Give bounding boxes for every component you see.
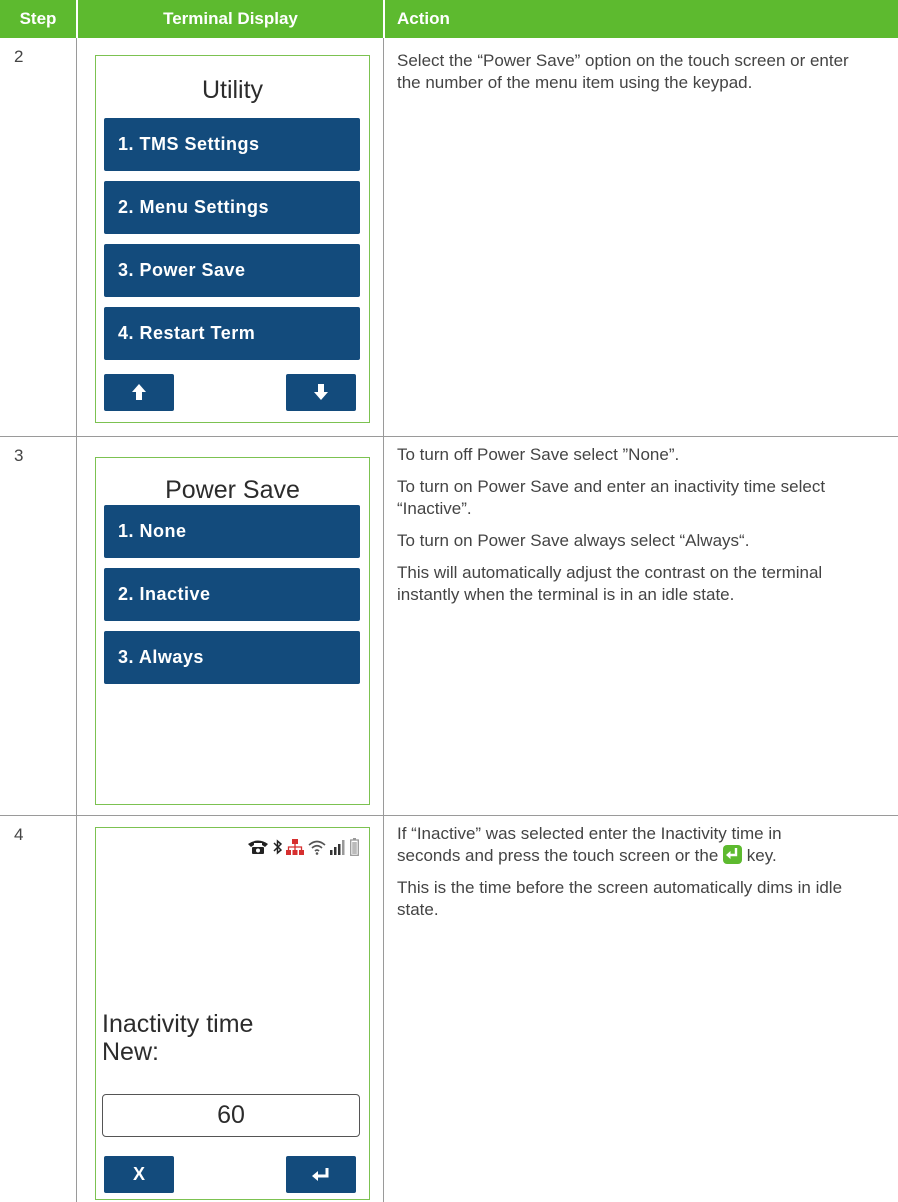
- prompt-line-1: Inactivity time: [102, 1010, 254, 1038]
- prompt-label: Inactivity time New:: [102, 1010, 253, 1066]
- column-divider: [383, 38, 384, 1202]
- step-number: 3: [14, 446, 24, 465]
- action-paragraph: This will automatically adjust the contr…: [397, 563, 823, 604]
- header-display: Terminal Display: [78, 0, 383, 38]
- enter-button[interactable]: [286, 1156, 356, 1193]
- action-text: If “Inactive” was selected enter the Ina…: [397, 823, 877, 931]
- battery-icon: [350, 838, 359, 856]
- menu-item-menu-settings[interactable]: 2. Menu Settings: [104, 181, 360, 234]
- menu-item-restart-term[interactable]: 4. Restart Term: [104, 307, 360, 360]
- header-action: Action: [385, 0, 898, 38]
- status-bar: [247, 836, 359, 858]
- action-paragraph: This is the time before the screen autom…: [397, 878, 843, 919]
- scroll-down-button[interactable]: [286, 374, 356, 411]
- action-paragraph: Select the “Power Save” option on the to…: [397, 51, 849, 92]
- cancel-button[interactable]: X: [104, 1156, 174, 1193]
- action-text: Select the “Power Save” option on the to…: [397, 50, 877, 104]
- cancel-label: X: [132, 1164, 145, 1184]
- inactivity-time-input[interactable]: 60: [102, 1094, 360, 1137]
- phone-icon: [248, 840, 268, 854]
- bluetooth-icon: [273, 839, 282, 855]
- signal-icon: [330, 840, 345, 855]
- screen-title: Utility: [201, 76, 264, 104]
- menu-item-always[interactable]: 3. Always: [104, 631, 360, 684]
- action-text-after-key: key.: [746, 846, 777, 865]
- terminal-screen-inactivity: Inactivity time New: 60 X: [95, 827, 370, 1200]
- prompt-line-2: New:: [102, 1038, 159, 1066]
- menu-item-none[interactable]: 1. None: [104, 505, 360, 558]
- action-paragraph: If “Inactive” was selected enter the Ina…: [397, 823, 847, 867]
- enter-key-icon: [723, 845, 743, 864]
- header-action-label: Action: [397, 9, 450, 28]
- header-step-label: Step: [19, 9, 57, 28]
- network-icon: [286, 839, 304, 855]
- terminal-screen-utility: Utility 1. TMS Settings 2. Menu Settings…: [95, 55, 370, 423]
- arrow-down-icon: [314, 384, 328, 400]
- menu-item-inactive[interactable]: 2. Inactive: [104, 568, 360, 621]
- action-text: To turn off Power Save select ”None”. To…: [397, 444, 877, 616]
- menu-item-power-save[interactable]: 3. Power Save: [104, 244, 360, 297]
- step-number: 2: [14, 47, 24, 66]
- wifi-icon: [308, 840, 326, 855]
- row-divider: [0, 815, 898, 816]
- action-paragraph: To turn off Power Save select ”None”.: [397, 445, 680, 464]
- step-number: 4: [14, 825, 24, 844]
- header-display-label: Terminal Display: [163, 9, 298, 28]
- arrow-up-icon: [132, 384, 146, 400]
- scroll-up-button[interactable]: [104, 374, 174, 411]
- header-step: Step: [0, 0, 76, 38]
- action-paragraph: To turn on Power Save always select “Alw…: [397, 531, 750, 550]
- menu-item-tms-settings[interactable]: 1. TMS Settings: [104, 118, 360, 171]
- terminal-screen-power-save: Power Save 1. None 2. Inactive 3. Always: [95, 457, 370, 805]
- row-divider: [0, 436, 898, 437]
- action-paragraph: To turn on Power Save and enter an inact…: [397, 477, 826, 518]
- screen-title: Power Save: [165, 476, 300, 504]
- input-value: 60: [217, 1101, 245, 1129]
- enter-icon: [312, 1168, 329, 1181]
- column-divider: [76, 38, 77, 1202]
